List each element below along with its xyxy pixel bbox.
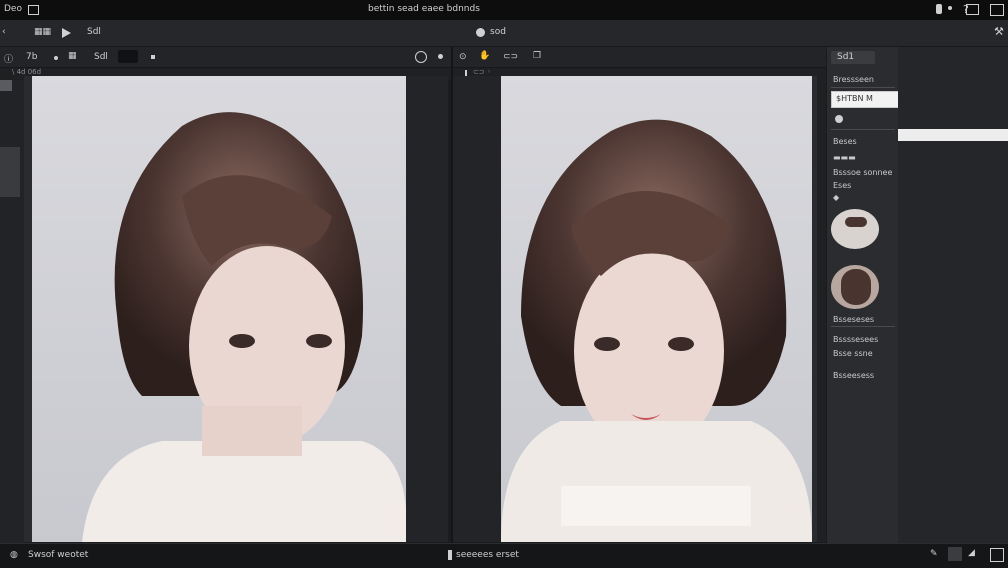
dot-icon <box>54 56 58 60</box>
left-btn-1[interactable]: 7b <box>26 52 37 62</box>
panel-top-button[interactable]: Sd1 <box>831 51 875 64</box>
mid-subbar-icon: ⊂⊃ ◦ <box>473 68 492 76</box>
status-left: Swsof weotet <box>28 550 89 560</box>
left-canvas <box>24 76 448 542</box>
dot-icon <box>151 55 155 59</box>
right-panel-toolbar: ⊙ ✋ ⊂⊃ ❐ <box>453 47 826 68</box>
thumbnail-1[interactable] <box>831 209 879 249</box>
tab-settings-icon[interactable] <box>476 28 485 37</box>
image-toggle-icon[interactable] <box>118 50 138 63</box>
info-icon[interactable]: ⓘ <box>4 52 13 65</box>
row-label-2: Bsssoe sonnee <box>833 168 893 177</box>
tab-label[interactable]: sod <box>490 27 506 37</box>
monitor-icon[interactable] <box>966 4 979 15</box>
left-btn-2[interactable]: Sdl <box>94 52 108 62</box>
refresh-icon[interactable] <box>415 51 427 63</box>
toolbar-item-1[interactable]: ▦▦ <box>34 27 51 37</box>
play-icon[interactable] <box>62 28 71 38</box>
toolbar-item-2[interactable]: Sdl <box>87 27 101 37</box>
slider-track[interactable] <box>898 129 1008 141</box>
dot-icon <box>948 6 952 10</box>
divider <box>831 87 895 88</box>
window-layout-icon[interactable] <box>990 4 1004 16</box>
subbar-label: \ 4d 06d <box>12 68 42 76</box>
list-item-3[interactable]: Bsse ssne <box>833 349 873 358</box>
divider <box>831 129 895 130</box>
triangle-icon[interactable]: ◢ <box>968 548 975 558</box>
portrait-image-left <box>82 112 406 542</box>
dot-icon <box>438 54 443 59</box>
back-icon[interactable]: ‹ <box>2 27 6 37</box>
input-value: $HTBN M <box>836 94 873 103</box>
portrait-image-right <box>501 119 812 542</box>
window-icon[interactable] <box>28 5 39 15</box>
status-center: seeeees erset <box>456 550 519 560</box>
row-label-1: Beses <box>833 137 857 146</box>
pin-icon[interactable]: ❐ <box>533 51 541 61</box>
thumbnail-2[interactable] <box>831 265 879 309</box>
list-item-1[interactable]: Bsseseses <box>833 315 874 324</box>
title-bar: Deo bettin sead eaee bdnnds ? <box>0 0 1008 20</box>
panel-top-button-label: Sd1 <box>837 52 855 62</box>
zoom-icon[interactable]: ⊙ <box>459 52 467 62</box>
status-bar: ◍ Swsof weotet seeeees erset ✎ ◢ <box>0 543 1008 568</box>
panel-header: Bressseen <box>833 75 874 84</box>
vertical-scrollbar[interactable] <box>817 76 826 542</box>
window-title: bettin sead eaee bdnnds <box>368 4 480 14</box>
far-right-panel <box>898 47 1008 543</box>
list-item-2[interactable]: Bssssesees <box>833 335 878 344</box>
grid-icon[interactable]: ▦ <box>68 51 77 61</box>
fullscreen-icon[interactable] <box>990 548 1004 562</box>
link-icon[interactable]: ⊂⊃ <box>503 52 518 62</box>
left-panel-toolbar: ⓘ 7b ▦ Sdl <box>0 47 452 68</box>
layers-icon[interactable] <box>948 547 962 561</box>
list-item-4[interactable]: Bsseesess <box>833 371 874 380</box>
divider <box>831 326 895 327</box>
right-canvas <box>453 76 826 542</box>
battery-icon <box>936 4 942 14</box>
status-marker <box>448 550 452 560</box>
right-canvas-gutter <box>453 76 501 542</box>
radio-icon[interactable] <box>835 115 843 123</box>
pen-icon[interactable]: ✎ <box>930 549 938 559</box>
left-canvas-gutter <box>406 76 448 542</box>
left-image[interactable] <box>32 76 406 542</box>
left-tool-strip <box>0 47 24 543</box>
properties-panel: Sd1 Bressseen $HTBN M Beses ▬▬▬ Bsssoe s… <box>826 47 1008 543</box>
row-label-1b: ▬▬▬ <box>833 153 856 162</box>
wrench-icon[interactable]: ⚒ <box>994 25 1004 38</box>
tool-palette[interactable] <box>0 147 20 197</box>
small-icon[interactable]: ◆ <box>833 193 839 202</box>
right-image[interactable] <box>501 76 812 542</box>
status-icon: ◍ <box>10 550 18 560</box>
app-name: Deo <box>4 4 22 14</box>
hand-icon[interactable]: ✋ <box>479 51 490 61</box>
row-label-3: Eses <box>833 181 852 190</box>
main-toolbar: ‹ ▦▦ Sdl sod ⚒ <box>0 20 1008 47</box>
